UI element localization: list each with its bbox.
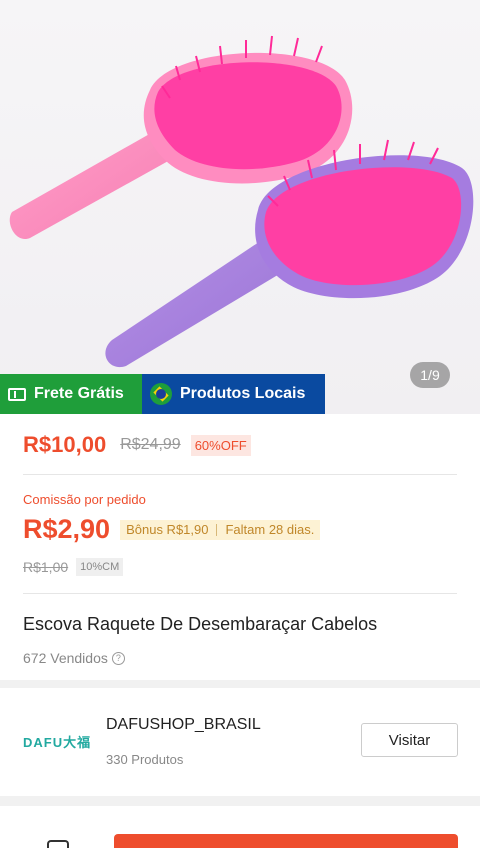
help-icon[interactable]: ? bbox=[111, 651, 125, 665]
product-image-carousel[interactable]: 1/9 Frete Grátis Produtos Locais bbox=[0, 0, 480, 414]
local-products-label: Produtos Locais bbox=[180, 385, 306, 402]
ticket-icon bbox=[8, 387, 26, 401]
original-price: R$24,99 bbox=[120, 436, 181, 453]
free-shipping-label: Frete Grátis bbox=[34, 385, 124, 402]
image-counter: 1/9 bbox=[410, 362, 450, 388]
bonus-text: Bônus R$1,90 bbox=[126, 522, 209, 537]
remaining-days-text: Faltam 28 dias. bbox=[225, 522, 315, 537]
shop-name: DAFUSHOP_BRASIL bbox=[106, 716, 261, 733]
bonus-pill: Bônus R$1,90 Faltam 28 dias. bbox=[120, 519, 321, 540]
visit-shop-button[interactable]: Visitar bbox=[361, 723, 458, 757]
commission-value: R$2,90 bbox=[23, 514, 111, 544]
shop-logo: DAFU大福 bbox=[23, 735, 92, 750]
primary-action-button[interactable] bbox=[114, 834, 458, 848]
hair-brush-image bbox=[9, 35, 474, 368]
product-title: Escova Raquete De Desembaraçar Cabelos bbox=[23, 614, 378, 634]
shopping-bag-icon[interactable] bbox=[47, 840, 69, 848]
old-commission: R$1,00 bbox=[23, 559, 69, 575]
local-products-badge: Produtos Locais bbox=[142, 374, 325, 414]
bottom-action-bar bbox=[0, 806, 480, 848]
brazil-flag-icon bbox=[150, 383, 172, 405]
sold-count: 672 Vendidos ? bbox=[23, 650, 125, 666]
divider bbox=[23, 593, 457, 594]
promo-badges: Frete Grátis Produtos Locais bbox=[0, 374, 325, 414]
commission-label: Comissão por pedido bbox=[23, 492, 146, 507]
sold-count-text: 672 Vendidos bbox=[23, 650, 108, 666]
shop-card[interactable]: DAFU大福 DAFUSHOP_BRASIL 330 Produtos Visi… bbox=[0, 688, 480, 796]
price-row: R$10,00 R$24,99 60%OFF bbox=[23, 432, 251, 458]
shop-product-count: 330 Produtos bbox=[106, 752, 184, 767]
commission-rate-badge: 10%CM bbox=[76, 558, 124, 576]
discount-badge: 60%OFF bbox=[190, 434, 251, 456]
price-card: R$10,00 R$24,99 60%OFF Comissão por pedi… bbox=[0, 414, 480, 680]
current-price: R$10,00 bbox=[23, 432, 107, 457]
bonus-separator bbox=[216, 523, 218, 536]
commission-row: R$2,90 Bônus R$1,90 Faltam 28 dias. bbox=[23, 514, 321, 545]
free-shipping-badge: Frete Grátis bbox=[0, 374, 142, 414]
divider bbox=[23, 474, 457, 475]
commission-rate-row: R$1,00 10%CM bbox=[23, 558, 124, 576]
